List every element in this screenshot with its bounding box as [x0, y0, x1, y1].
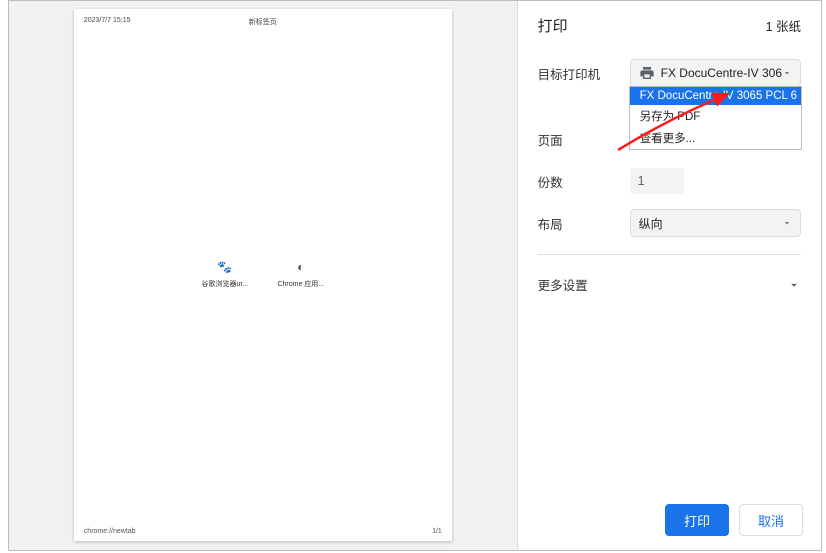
preview-content: 🐾 谷歌浏览器ur... ◐ Chrome 应用... — [74, 259, 452, 289]
printer-icon — [639, 65, 655, 81]
destination-selected-text: FX DocuCentre-IV 306 — [661, 66, 782, 80]
preview-footer-url: chrome://newtab — [84, 528, 136, 535]
copies-input[interactable] — [630, 168, 684, 194]
preview-shortcut: ◐ Chrome 应用... — [274, 259, 328, 289]
shortcut-label: Chrome 应用... — [274, 279, 328, 289]
control-copies — [630, 168, 801, 194]
caret-down-icon — [782, 68, 792, 78]
preview-pane: 2023/7/7 15:15 新标签页 🐾 谷歌浏览器ur... ◐ Chrom… — [9, 1, 517, 550]
control-destination: FX DocuCentre-IV 306 FX DocuCentre-IV 30… — [630, 59, 801, 87]
layout-select[interactable]: 纵向 — [630, 209, 801, 237]
label-pages: 页面 — [538, 130, 630, 149]
row-layout: 布局 纵向 — [538, 206, 801, 240]
shortcut-label: 谷歌浏览器ur... — [198, 279, 252, 289]
dialog-title: 打印 — [538, 15, 568, 36]
cancel-button[interactable]: 取消 — [739, 504, 803, 536]
row-copies: 份数 — [538, 164, 801, 198]
layout-selected-text: 纵向 — [639, 215, 663, 232]
settings-body: 目标打印机 FX DocuCentre-IV 306 FX DocuCentre… — [518, 56, 821, 300]
label-layout: 布局 — [538, 214, 630, 233]
settings-pane: 打印 1 张纸 目标打印机 FX DocuCentre-IV 306 FX — [517, 1, 821, 550]
destination-option[interactable]: FX DocuCentre-IV 3065 PCL 6 — [630, 87, 801, 105]
paw-icon: 🐾 — [217, 259, 232, 275]
dialog-footer: 打印 取消 — [518, 494, 821, 550]
settings-header: 打印 1 张纸 — [518, 1, 821, 56]
destination-dropdown: FX DocuCentre-IV 3065 PCL 6 另存为 PDF 查看更多… — [629, 86, 802, 150]
preview-page: 2023/7/7 15:15 新标签页 🐾 谷歌浏览器ur... ◐ Chrom… — [74, 9, 452, 541]
more-settings-toggle[interactable]: 更多设置 — [538, 269, 801, 300]
label-copies: 份数 — [538, 172, 630, 191]
label-destination: 目标打印机 — [538, 64, 630, 83]
preview-footer-pagenum: 1/1 — [432, 528, 442, 535]
row-destination: 目标打印机 FX DocuCentre-IV 306 FX DocuCentre… — [538, 56, 801, 90]
sheet-count: 1 张纸 — [766, 16, 801, 35]
control-layout: 纵向 — [630, 209, 801, 237]
preview-shortcut: 🐾 谷歌浏览器ur... — [198, 259, 252, 289]
destination-option[interactable]: 另存为 PDF — [630, 105, 801, 127]
chevron-down-icon — [787, 278, 801, 292]
preview-page-title: 新标签页 — [74, 17, 452, 27]
apps-icon: ◐ — [297, 259, 304, 275]
more-settings-label: 更多设置 — [538, 275, 588, 294]
destination-option[interactable]: 查看更多... — [630, 127, 801, 149]
print-button[interactable]: 打印 — [665, 504, 729, 536]
destination-select[interactable]: FX DocuCentre-IV 306 — [630, 59, 801, 87]
print-dialog: 2023/7/7 15:15 新标签页 🐾 谷歌浏览器ur... ◐ Chrom… — [8, 0, 822, 551]
divider — [538, 254, 801, 255]
caret-down-icon — [782, 218, 792, 228]
